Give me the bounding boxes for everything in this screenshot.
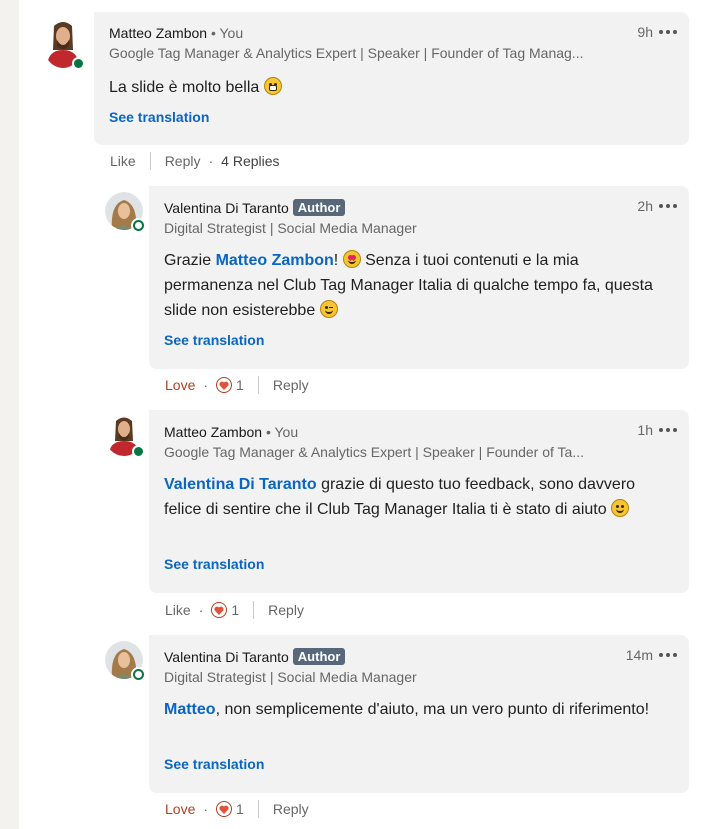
avatar-valentina[interactable] (105, 192, 144, 231)
reaction-count-number: 1 (231, 602, 240, 618)
comment-text: La slide è molto bella (109, 75, 282, 100)
reply-meta: 14m (626, 647, 677, 663)
separator-dot: · (208, 153, 214, 169)
love-icon (216, 377, 233, 393)
grinning-emoji-icon (263, 77, 282, 95)
comments-panel: Matteo Zambon • You Google Tag Manager &… (19, 0, 718, 829)
more-options-icon[interactable] (659, 653, 677, 657)
see-translation-link[interactable]: See translation (164, 556, 264, 572)
separator-dot: · (203, 377, 209, 393)
see-translation-link[interactable]: See translation (109, 109, 209, 125)
reaction-count-number: 1 (236, 801, 244, 817)
reply-bubble: Matteo Zambon • You Google Tag Manager &… (149, 410, 689, 593)
reply-bubble: Valentina Di Taranto Author Digital Strat… (149, 186, 689, 369)
love-icon (211, 602, 228, 618)
reaction-count[interactable]: 1 (216, 801, 244, 817)
reply-actions: Love · 1 Reply (165, 800, 309, 818)
comment-time: 9h (637, 24, 653, 40)
reply-text: Valentina Di Taranto grazie di questo tu… (164, 472, 664, 522)
comment-bubble: Matteo Zambon • You Google Tag Manager &… (94, 12, 689, 145)
divider (253, 601, 255, 619)
mention-link[interactable]: Matteo Zambon (216, 252, 334, 269)
love-reaction-button[interactable]: Love (165, 801, 195, 817)
reply-text-part: Grazie (164, 252, 216, 269)
reply-author[interactable]: Valentina Di Taranto (164, 649, 289, 665)
comment-text-content: La slide è molto bella (109, 79, 260, 96)
author-headline: Google Tag Manager & Analytics Expert | … (109, 45, 584, 61)
reply-button[interactable]: Reply (268, 602, 304, 618)
online-status-icon (132, 445, 145, 458)
reply-button[interactable]: Reply (273, 801, 309, 817)
author-headline: Google Tag Manager & Analytics Expert | … (164, 444, 584, 460)
like-button[interactable]: Like (110, 153, 136, 169)
online-status-icon (72, 57, 85, 70)
reply-meta: 2h (637, 198, 677, 214)
separator-dot: · (198, 602, 204, 618)
more-options-icon[interactable] (659, 428, 677, 432)
replies-count-link[interactable]: 4 Replies (221, 153, 279, 169)
mention-link[interactable]: Matteo (164, 701, 216, 718)
reaction-count-number: 1 (236, 377, 244, 393)
you-label: • You (265, 424, 299, 440)
reply-text: Grazie Matteo Zambon! Senza i tuoi conte… (164, 248, 664, 323)
reply-bubble: Valentina Di Taranto Author Digital Strat… (149, 635, 689, 793)
reaction-count[interactable]: 1 (216, 377, 244, 393)
online-status-icon (133, 669, 144, 680)
online-status-icon (133, 220, 144, 231)
author-headline: Digital Strategist | Social Media Manage… (164, 220, 417, 236)
reply-time: 2h (637, 198, 653, 214)
author-badge: Author (292, 199, 346, 216)
more-options-icon[interactable] (659, 204, 677, 208)
smiling-emoji-icon (611, 499, 630, 517)
reply-text-part: ! (333, 252, 343, 269)
divider (149, 152, 151, 170)
avatar-matteo[interactable] (105, 416, 145, 458)
like-button[interactable]: Like (165, 602, 191, 618)
reply-text-part: , non semplicemente d'aiuto, ma un vero … (215, 701, 650, 718)
separator-dot: · (203, 801, 209, 817)
author-headline: Digital Strategist | Social Media Manage… (164, 669, 417, 685)
divider (257, 800, 259, 818)
heart-eyes-emoji-icon (342, 250, 361, 268)
more-options-icon[interactable] (659, 30, 677, 34)
you-label: • You (210, 25, 244, 41)
avatar-matteo[interactable] (43, 20, 85, 70)
author-badge: Author (292, 648, 346, 665)
reply-text: Matteo, non semplicemente d'aiuto, ma un… (164, 697, 664, 722)
avatar-valentina[interactable] (105, 641, 144, 680)
love-icon (216, 801, 233, 817)
reply-actions: Like · 1 Reply (165, 601, 304, 619)
reply-button[interactable]: Reply (273, 377, 309, 393)
reply-author[interactable]: Matteo Zambon (164, 424, 262, 440)
see-translation-link[interactable]: See translation (164, 756, 264, 772)
reply-time: 1h (637, 422, 653, 438)
reply-button[interactable]: Reply (165, 153, 201, 169)
reply-actions: Love · 1 Reply (165, 376, 309, 394)
reply-time: 14m (625, 647, 653, 663)
comment-actions: Like Reply · 4 Replies (110, 152, 280, 170)
reply-meta: 1h (637, 422, 677, 438)
divider (257, 376, 259, 394)
comment-author[interactable]: Matteo Zambon (109, 25, 207, 41)
mention-link[interactable]: Valentina Di Taranto (164, 476, 317, 493)
comment-meta: 9h (637, 24, 677, 40)
reply-author[interactable]: Valentina Di Taranto (164, 200, 289, 216)
see-translation-link[interactable]: See translation (164, 332, 264, 348)
wink-emoji-icon (319, 300, 338, 318)
reaction-count[interactable]: 1 (211, 602, 239, 618)
love-reaction-button[interactable]: Love (165, 377, 195, 393)
